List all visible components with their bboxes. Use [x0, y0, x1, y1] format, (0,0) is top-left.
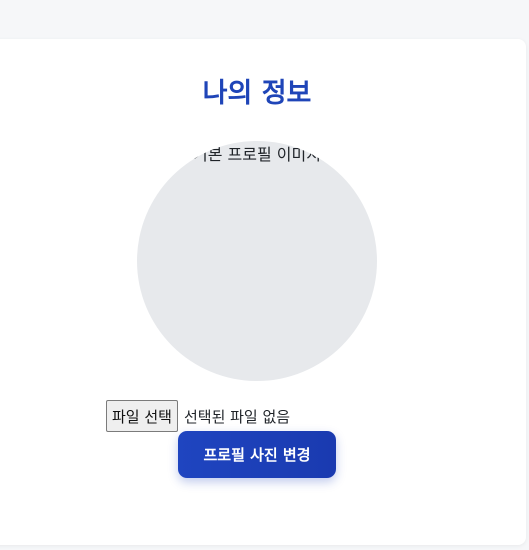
file-status-text: 선택된 파일 없음: [183, 407, 291, 426]
change-profile-photo-button[interactable]: 프로필 사진 변경: [178, 431, 336, 478]
choose-file-button[interactable]: 파일 선택: [106, 400, 178, 432]
page-title: 나의 정보: [202, 78, 312, 109]
profile-image-alt-text: 기본 프로필 이미지: [193, 145, 321, 164]
file-input[interactable]: 파일 선택 선택된 파일 없음: [106, 400, 291, 432]
profile-image: 기본 프로필 이미지: [137, 141, 377, 381]
